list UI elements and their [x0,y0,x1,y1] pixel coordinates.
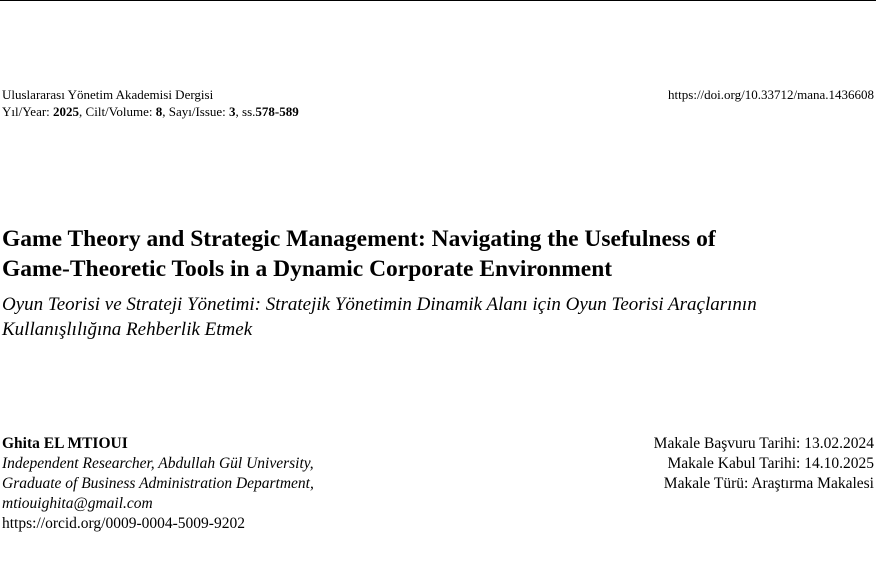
journal-name: Uluslararası Yönetim Akademisi Dergisi [2,87,214,102]
author-name: Ghita EL MTIOUI [2,435,128,452]
title-english: Game Theory and Strategic Management: Na… [2,224,862,284]
title-turkish: Oyun Teorisi ve Strateji Yönetimi: Strat… [2,292,872,342]
doi-link[interactable]: https://doi.org/10.33712/mana.1436608 [668,86,874,103]
journal-citation-line: Yıl/Year: 2025, Cilt/Volume: 8, Sayı/Iss… [2,103,299,120]
journal-info: Uluslararası Yönetim Akademisi Dergisi Y… [2,86,299,120]
top-rule [0,0,876,1]
article-type: Makale Türü: Araştırma Makalesi [663,475,874,492]
title-turkish-line-2: Kullanışlılığına Rehberlik Etmek [2,319,253,340]
author-affiliation-2: Graduate of Business Administration Depa… [2,475,314,492]
author-info: Ghita EL MTIOUI Independent Researcher, … [2,434,314,534]
pages-label: , ss. [235,104,256,119]
submission-date: Makale Başvuru Tarihi: 13.02.2024 [653,435,874,452]
pages-value: 578-589 [255,104,299,119]
title-english-line-1: Game Theory and Strategic Management: Na… [2,226,716,252]
article-meta: Makale Başvuru Tarihi: 13.02.2024 Makale… [654,434,874,494]
title-turkish-line-1: Oyun Teorisi ve Strateji Yönetimi: Strat… [2,294,757,315]
acceptance-date: Makale Kabul Tarihi: 14.10.2025 [667,455,874,472]
year-label: Yıl/Year: [2,104,54,119]
author-affiliation-1: Independent Researcher, Abdullah Gül Uni… [2,455,314,472]
issue-label: , Sayı/Issue: [162,104,230,119]
volume-label: , Cilt/Volume: [79,104,156,119]
author-email[interactable]: mtiouighita@gmail.com [2,494,314,514]
year-value: 2025 [53,104,80,119]
title-english-line-2: Game-Theoretic Tools in a Dynamic Corpor… [2,256,613,282]
author-orcid[interactable]: https://orcid.org/0009-0004-5009-9202 [2,514,314,534]
